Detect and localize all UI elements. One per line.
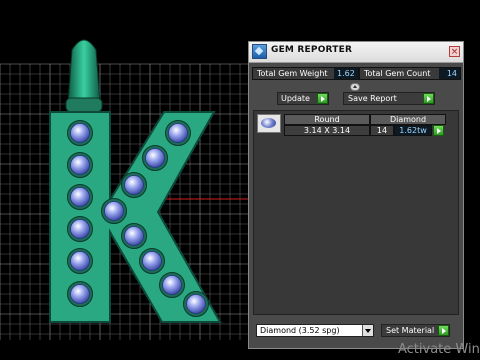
- activation-watermark: Activate Win: [398, 342, 480, 357]
- collapse-icon[interactable]: [350, 83, 360, 91]
- round-gem[interactable]: [186, 294, 206, 314]
- round-gem[interactable]: [142, 251, 162, 271]
- gem-material-header: Diamond: [370, 114, 446, 125]
- play-arrow-icon[interactable]: [423, 93, 434, 104]
- pendant-bail-ring: [65, 97, 103, 113]
- set-material-button[interactable]: Set Material: [381, 324, 450, 337]
- save-report-button[interactable]: Save Report: [343, 92, 435, 105]
- gem-total-weight-cell: 1.62tw: [394, 125, 432, 136]
- total-gem-count: Total Gem Count 14: [359, 67, 461, 80]
- save-report-label: Save Report: [348, 94, 397, 103]
- update-label: Update: [281, 94, 310, 103]
- total-gem-count-label: Total Gem Count: [364, 69, 431, 78]
- round-gem[interactable]: [70, 251, 90, 271]
- round-gem[interactable]: [70, 219, 90, 239]
- material-selected-value: Diamond (3.52 spg): [260, 326, 340, 335]
- gem-list[interactable]: Round Diamond 3.14 X 3.14 14 1.62tw: [253, 110, 459, 315]
- round-gem[interactable]: [168, 123, 188, 143]
- round-gem[interactable]: [124, 226, 144, 246]
- close-icon: ×: [450, 47, 459, 57]
- play-arrow-icon[interactable]: [433, 125, 444, 136]
- round-gem-icon[interactable]: [257, 114, 281, 133]
- gem-shape-header: Round: [284, 114, 370, 125]
- gem-reporter-panel: GEM REPORTER × Total Gem Weight 1.62 Tot…: [248, 41, 464, 349]
- total-gem-count-value: 14: [439, 68, 460, 79]
- gem-quantity-cell: 14: [370, 125, 394, 136]
- window-title: GEM REPORTER: [271, 45, 353, 55]
- round-gem[interactable]: [104, 201, 124, 221]
- total-gem-weight-label: Total Gem Weight: [257, 69, 328, 78]
- round-gem[interactable]: [70, 187, 90, 207]
- close-button[interactable]: ×: [449, 46, 460, 57]
- material-select[interactable]: Diamond (3.52 spg): [256, 324, 374, 337]
- total-gem-weight-value: 1.62: [334, 68, 358, 79]
- round-gem[interactable]: [162, 275, 182, 295]
- play-arrow-icon[interactable]: [317, 93, 328, 104]
- round-gem[interactable]: [124, 175, 144, 195]
- round-gem[interactable]: [70, 123, 90, 143]
- gem-reporter-app-icon: [252, 44, 267, 59]
- letter-k-pendant[interactable]: [49, 39, 222, 323]
- pendant-bail: [67, 39, 101, 105]
- round-gem[interactable]: [145, 148, 165, 168]
- round-gem[interactable]: [70, 284, 90, 304]
- set-material-label: Set Material: [386, 326, 435, 335]
- play-arrow-icon[interactable]: [438, 325, 449, 336]
- total-gem-weight: Total Gem Weight 1.62: [252, 67, 359, 80]
- round-gem[interactable]: [70, 155, 90, 175]
- update-button[interactable]: Update: [277, 92, 329, 105]
- gem-size-cell: 3.14 X 3.14: [284, 125, 370, 136]
- dropdown-arrow-icon[interactable]: [362, 325, 373, 336]
- title-bar[interactable]: GEM REPORTER ×: [249, 42, 463, 63]
